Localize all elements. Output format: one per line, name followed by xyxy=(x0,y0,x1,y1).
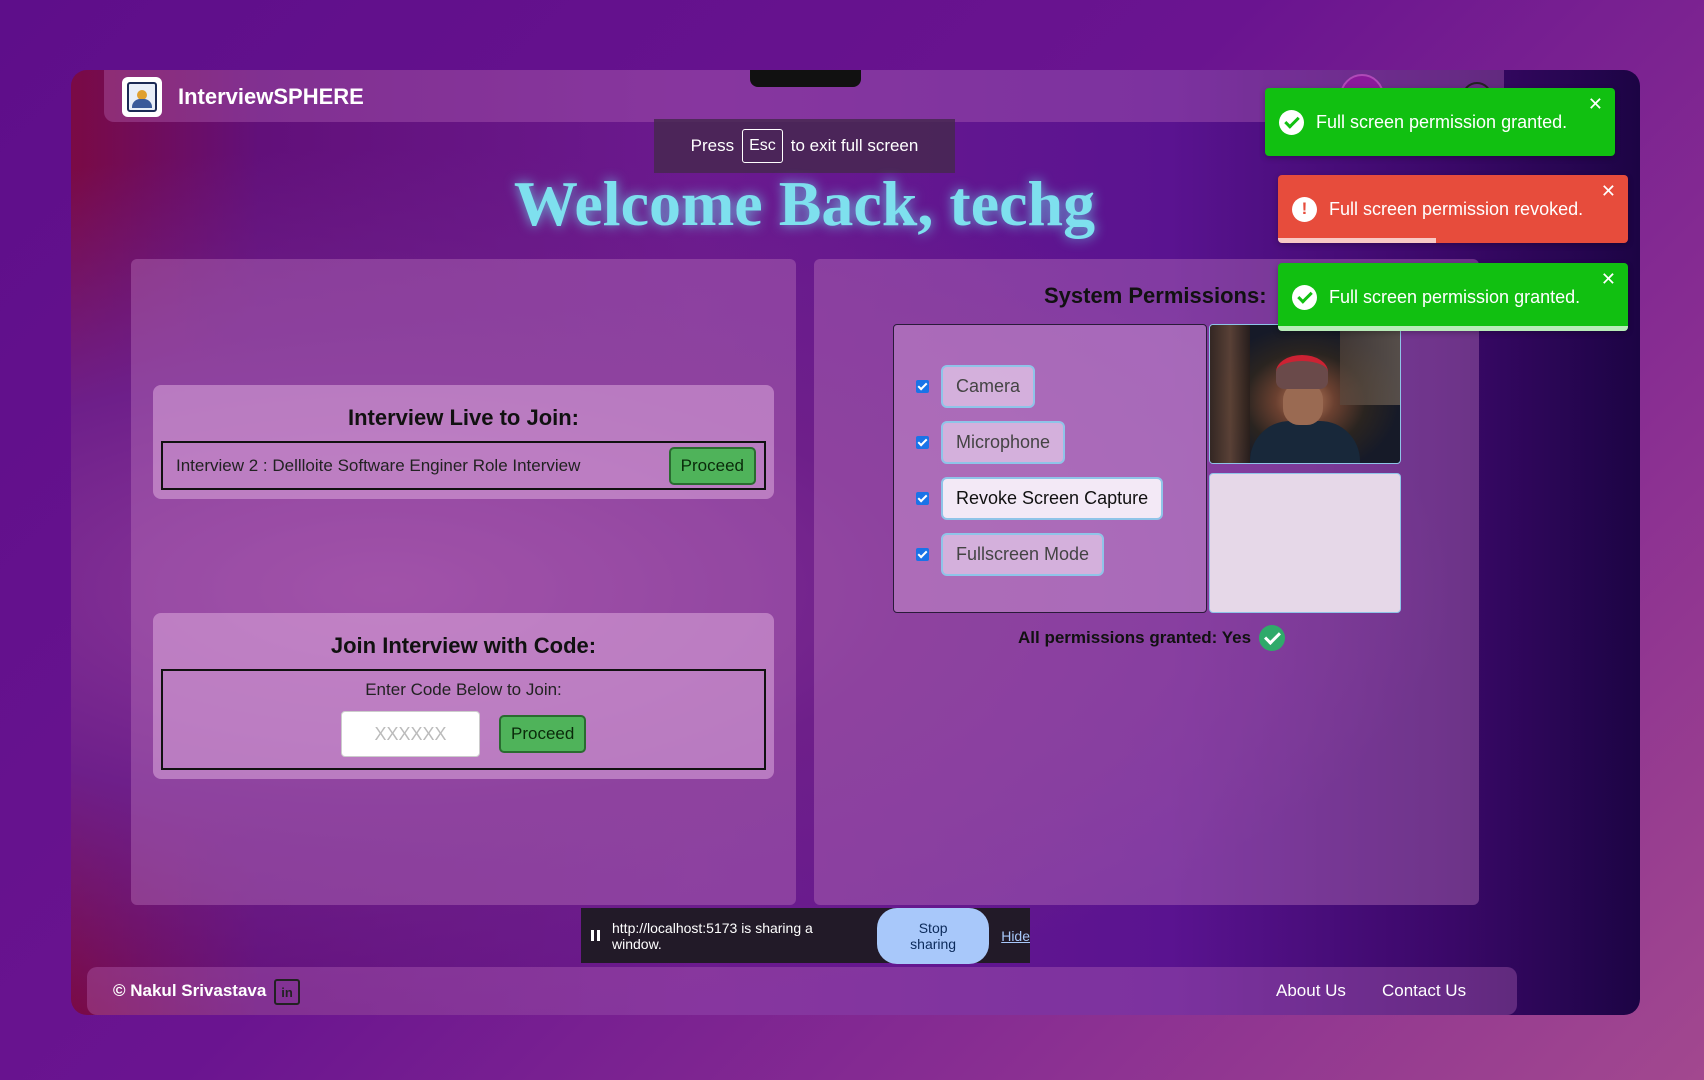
camera-notch xyxy=(750,70,861,87)
screen-share-bar: http://localhost:5173 is sharing a windo… xyxy=(581,907,1030,964)
about-us-link[interactable]: About Us xyxy=(1276,981,1346,1001)
live-interview-name: Interview 2 : Dellloite Software Enginer… xyxy=(176,455,581,475)
permission-microphone-row: Microphone xyxy=(916,421,1066,464)
toast-error: Full screen permission revoked. ✕ xyxy=(1278,175,1628,243)
permissions-status-text: All permissions granted: Yes xyxy=(1018,628,1252,647)
camera-permission-button[interactable]: Camera xyxy=(941,365,1036,408)
live-interview-card: Interview Live to Join: Interview 2 : De… xyxy=(153,385,774,499)
toast-message: Full screen permission granted. xyxy=(1316,111,1568,132)
revoke-screen-capture-button[interactable]: Revoke Screen Capture xyxy=(941,477,1164,520)
close-icon[interactable]: ✕ xyxy=(1601,181,1616,202)
toast-progress-bar xyxy=(1278,238,1436,243)
camera-preview xyxy=(1209,324,1401,464)
permissions-box: Camera Microphone Revoke Screen Capture … xyxy=(893,324,1207,613)
app-title[interactable]: InterviewSPHERE xyxy=(178,84,364,110)
exclamation-circle-icon xyxy=(1292,196,1317,222)
app-logo-icon[interactable] xyxy=(122,77,162,117)
screen-capture-checkbox[interactable] xyxy=(916,492,929,505)
join-code-title: Join Interview with Code: xyxy=(330,633,597,658)
toast-success: Full screen permission granted. ✕ xyxy=(1265,88,1615,156)
fullscreen-checkbox[interactable] xyxy=(916,548,929,561)
code-input[interactable] xyxy=(341,711,480,757)
live-interview-title: Interview Live to Join: xyxy=(347,405,580,430)
toast-success: Full screen permission granted. ✕ xyxy=(1278,263,1628,331)
footer: © Nakul Srivastava in About Us Contact U… xyxy=(87,967,1517,1015)
close-icon[interactable]: ✕ xyxy=(1588,94,1603,115)
esc-key: Esc xyxy=(742,129,783,163)
permission-screen-row: Revoke Screen Capture xyxy=(916,477,1164,520)
linkedin-icon[interactable]: in xyxy=(274,979,300,1005)
close-icon[interactable]: ✕ xyxy=(1601,269,1616,290)
permissions-status: All permissions granted: Yes xyxy=(1018,625,1286,651)
code-proceed-button[interactable]: Proceed xyxy=(499,715,587,753)
fullscreen-exit-banner: Press Esc to exit full screen xyxy=(654,119,955,173)
banner-press-text: Press xyxy=(690,136,735,155)
check-circle-icon xyxy=(1292,284,1317,310)
check-circle-icon xyxy=(1259,625,1286,651)
hide-link[interactable]: Hide xyxy=(1001,928,1030,944)
permission-fullscreen-row: Fullscreen Mode xyxy=(916,533,1105,576)
toast-progress-bar xyxy=(1278,326,1628,331)
toast-message: Full screen permission granted. xyxy=(1329,286,1581,307)
live-proceed-button[interactable]: Proceed xyxy=(668,446,756,485)
microphone-permission-button[interactable]: Microphone xyxy=(941,421,1066,464)
permission-camera-row: Camera xyxy=(916,365,1036,408)
join-code-card: Join Interview with Code: Enter Code Bel… xyxy=(153,613,774,779)
contact-us-link[interactable]: Contact Us xyxy=(1382,981,1466,1001)
copyright-text: © Nakul Srivastava xyxy=(113,981,267,1000)
toast-message: Full screen permission revoked. xyxy=(1329,198,1584,219)
left-panel xyxy=(131,259,796,905)
join-code-box: Enter Code Below to Join: Proceed xyxy=(161,669,766,770)
live-interview-row: Interview 2 : Dellloite Software Enginer… xyxy=(161,441,766,490)
check-circle-icon xyxy=(1279,109,1304,135)
screen-preview xyxy=(1209,473,1401,613)
stop-sharing-button[interactable]: Stop sharing xyxy=(877,907,990,964)
pause-icon[interactable] xyxy=(591,930,600,941)
camera-checkbox[interactable] xyxy=(916,380,929,393)
microphone-checkbox[interactable] xyxy=(916,436,929,449)
share-message: http://localhost:5173 is sharing a windo… xyxy=(612,919,813,952)
banner-suffix-text: to exit full screen xyxy=(790,136,919,155)
fullscreen-mode-button[interactable]: Fullscreen Mode xyxy=(941,533,1105,576)
permissions-title: System Permissions: xyxy=(1044,283,1267,308)
join-code-label: Enter Code Below to Join: xyxy=(365,680,562,699)
